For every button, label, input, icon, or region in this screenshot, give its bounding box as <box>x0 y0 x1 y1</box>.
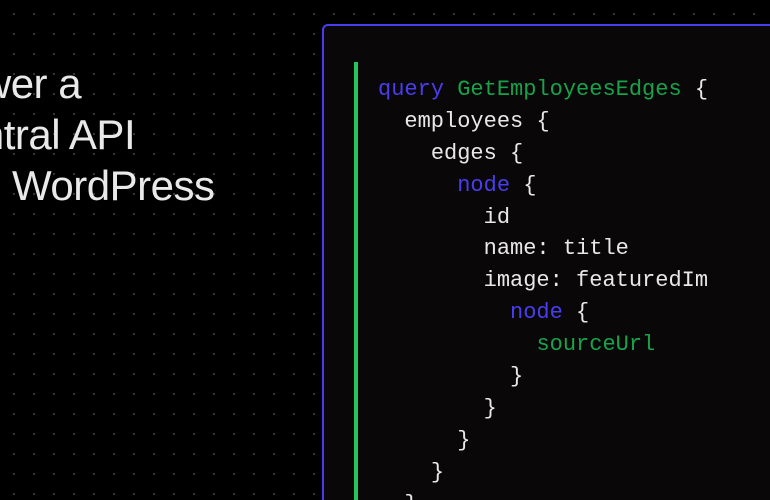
headline-line-1: ower a <box>0 60 81 107</box>
operation-name: GetEmployeesEdges <box>457 77 681 102</box>
code-editor-panel: query GetEmployeesEdges { employees { ed… <box>322 24 770 500</box>
brace: { <box>695 77 708 102</box>
field-sourceurl: sourceUrl <box>536 332 655 357</box>
headline-line-3: ith WordPress <box>0 162 214 209</box>
brace: { <box>536 109 549 134</box>
brace: } <box>484 396 497 421</box>
editor-gutter-stripe <box>354 62 358 500</box>
field-name-alias: name: title <box>484 236 629 261</box>
brace: { <box>576 300 589 325</box>
headline-line-2: entral API <box>0 111 135 158</box>
field-node-inner: node <box>510 300 563 325</box>
brace: } <box>457 428 470 453</box>
keyword-query: query <box>378 77 444 102</box>
field-edges: edges <box>431 141 497 166</box>
code-block: query GetEmployeesEdges { employees { ed… <box>378 74 708 500</box>
brace: { <box>510 141 523 166</box>
field-node: node <box>457 173 510 198</box>
brace: } <box>404 492 417 500</box>
field-image-alias: image: featuredIm <box>484 268 708 293</box>
brace: } <box>431 460 444 485</box>
brace: { <box>523 173 536 198</box>
field-employees: employees <box>404 109 523 134</box>
brace: } <box>510 364 523 389</box>
field-id: id <box>484 205 510 230</box>
headline: ower a entral API ith WordPress <box>0 58 214 212</box>
